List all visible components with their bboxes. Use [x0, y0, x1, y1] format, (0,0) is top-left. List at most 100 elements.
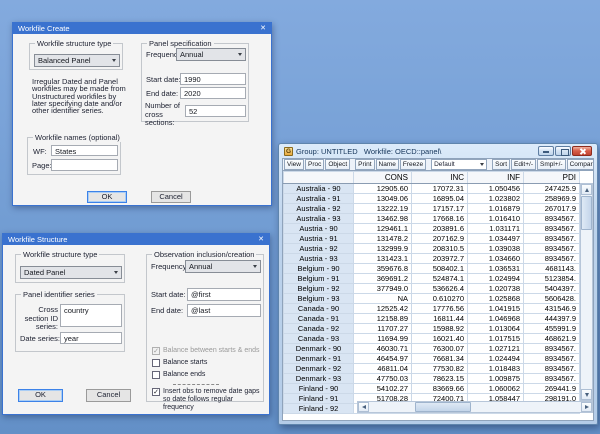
corner-header-cell[interactable]	[284, 172, 354, 184]
row-label[interactable]: Canada - 90	[284, 304, 354, 314]
row-label[interactable]: Finland - 91	[284, 394, 354, 404]
data-cell[interactable]: 4681143.	[524, 264, 580, 274]
row-label[interactable]: Austria - 91	[284, 234, 354, 244]
data-cell[interactable]: 12905.60	[354, 184, 412, 194]
group-window-titlebar[interactable]: G Group: UNTITLED Workfile: OECD::panel\	[282, 144, 594, 158]
row-label[interactable]: Austria - 93	[284, 254, 354, 264]
data-cell[interactable]: 431546.9	[524, 304, 580, 314]
data-cell[interactable]: 17776.56	[412, 304, 468, 314]
toolbar-button-compare[interactable]: Compare+/-	[567, 159, 594, 170]
row-label[interactable]: Canada - 93	[284, 334, 354, 344]
column-header-inf[interactable]: INF	[468, 172, 524, 184]
data-cell[interactable]: 1.017515	[468, 334, 524, 344]
data-cell[interactable]: 8934567.	[524, 374, 580, 384]
restore-icon[interactable]	[555, 146, 571, 156]
close-icon[interactable]: ✕	[260, 23, 266, 34]
data-cell[interactable]: 1.039038	[468, 244, 524, 254]
data-cell[interactable]: 16021.40	[412, 334, 468, 344]
toolbar-button-print[interactable]: Print	[355, 159, 374, 170]
data-cell[interactable]: 13049.06	[354, 194, 412, 204]
data-cell[interactable]: 0.610270	[412, 294, 468, 304]
data-cell[interactable]: 47750.03	[354, 374, 412, 384]
horizontal-scroll-thumb[interactable]	[415, 402, 471, 412]
workfile-create-titlebar[interactable]: Workfile Create ✕	[13, 23, 271, 34]
data-cell[interactable]: NA	[354, 294, 412, 304]
row-label[interactable]: Belgium - 91	[284, 274, 354, 284]
data-cell[interactable]: 258969.9	[524, 194, 580, 204]
insert-obs-checkbox[interactable]: ✓ Insert obs to remove date gaps so date…	[152, 388, 262, 412]
row-label[interactable]: Denmark - 90	[284, 344, 354, 354]
data-cell[interactable]: 46030.71	[354, 344, 412, 354]
row-label[interactable]: Finland - 90	[284, 384, 354, 394]
data-cell[interactable]: 129461.1	[354, 224, 412, 234]
data-cell[interactable]: 8934567.	[524, 354, 580, 364]
data-cell[interactable]: 12525.42	[354, 304, 412, 314]
data-cell[interactable]: 5123854.	[524, 274, 580, 284]
toolbar-button-object[interactable]: Object	[325, 159, 350, 170]
data-cell[interactable]: 13222.19	[354, 204, 412, 214]
data-cell[interactable]: 468621.9	[524, 334, 580, 344]
data-cell[interactable]: 76681.34	[412, 354, 468, 364]
data-cell[interactable]: 131478.2	[354, 234, 412, 244]
scroll-right-icon[interactable]	[581, 402, 592, 412]
structure-type-dropdown[interactable]: Dated Panel	[20, 266, 122, 279]
column-header-cons[interactable]: CONS	[354, 172, 412, 184]
data-cell[interactable]: 1.046968	[468, 314, 524, 324]
data-cell[interactable]: 1.025868	[468, 294, 524, 304]
column-header-inc[interactable]: INC	[412, 172, 468, 184]
end-date-field[interactable]: 2020	[180, 87, 246, 99]
vertical-scrollbar[interactable]	[580, 183, 593, 401]
data-cell[interactable]: 203891.6	[412, 224, 468, 234]
data-cell[interactable]: 1.009875	[468, 374, 524, 384]
scroll-up-icon[interactable]	[581, 184, 592, 195]
data-cell[interactable]: 8934567.	[524, 344, 580, 354]
toolbar-button-sort[interactable]: Sort	[492, 159, 510, 170]
data-cell[interactable]: 16811.44	[412, 314, 468, 324]
data-cell[interactable]: 1.027121	[468, 344, 524, 354]
data-cell[interactable]: 16895.04	[412, 194, 468, 204]
structure-type-dropdown[interactable]: Balanced Panel	[34, 54, 120, 67]
row-label[interactable]: Austria - 92	[284, 244, 354, 254]
row-label[interactable]: Australia - 91	[284, 194, 354, 204]
data-cell[interactable]: 369691.2	[354, 274, 412, 284]
cross-sections-field[interactable]: 52	[185, 105, 246, 117]
vertical-scroll-thumb[interactable]	[581, 196, 592, 230]
start-date-field[interactable]: 1990	[180, 73, 246, 85]
horizontal-scrollbar[interactable]	[357, 401, 593, 413]
date-series-field[interactable]: year	[60, 332, 122, 344]
data-cell[interactable]: 8934567.	[524, 214, 580, 224]
data-cell[interactable]: 1.016410	[468, 214, 524, 224]
data-cell[interactable]: 1.018483	[468, 364, 524, 374]
data-cell[interactable]: 132999.9	[354, 244, 412, 254]
data-cell[interactable]: 17668.16	[412, 214, 468, 224]
data-cell[interactable]: 1.016879	[468, 204, 524, 214]
balance-starts-checkbox[interactable]: Balance starts	[152, 359, 207, 367]
row-label[interactable]: Belgium - 90	[284, 264, 354, 274]
data-cell[interactable]: 17157.17	[412, 204, 468, 214]
close-icon[interactable]	[572, 146, 592, 156]
data-cell[interactable]: 131423.1	[354, 254, 412, 264]
data-cell[interactable]: 78623.15	[412, 374, 468, 384]
wf-field[interactable]: States	[51, 145, 118, 156]
data-cell[interactable]: 11694.99	[354, 334, 412, 344]
frequency-dropdown[interactable]: Annual	[176, 48, 246, 61]
data-cell[interactable]: 1.034660	[468, 254, 524, 264]
data-cell[interactable]: 8934567.	[524, 254, 580, 264]
data-cell[interactable]: 455991.9	[524, 324, 580, 334]
row-label[interactable]: Belgium - 93	[284, 294, 354, 304]
row-label[interactable]: Austria - 90	[284, 224, 354, 234]
row-label[interactable]: Australia - 92	[284, 204, 354, 214]
toolbar-button-proc[interactable]: Proc	[305, 159, 324, 170]
data-cell[interactable]: 247425.9	[524, 184, 580, 194]
data-cell[interactable]: 359676.8	[354, 264, 412, 274]
row-label[interactable]: Denmark - 92	[284, 364, 354, 374]
row-label[interactable]: Belgium - 92	[284, 284, 354, 294]
data-cell[interactable]: 11707.27	[354, 324, 412, 334]
data-cell[interactable]: 1.041915	[468, 304, 524, 314]
data-cell[interactable]: 1.024994	[468, 274, 524, 284]
cross-section-field[interactable]: country	[60, 304, 122, 327]
data-cell[interactable]: 377949.0	[354, 284, 412, 294]
data-cell[interactable]: 8934567.	[524, 234, 580, 244]
data-cell[interactable]: 267017.9	[524, 204, 580, 214]
toolbar-button-edit[interactable]: Edit+/-	[511, 159, 536, 170]
